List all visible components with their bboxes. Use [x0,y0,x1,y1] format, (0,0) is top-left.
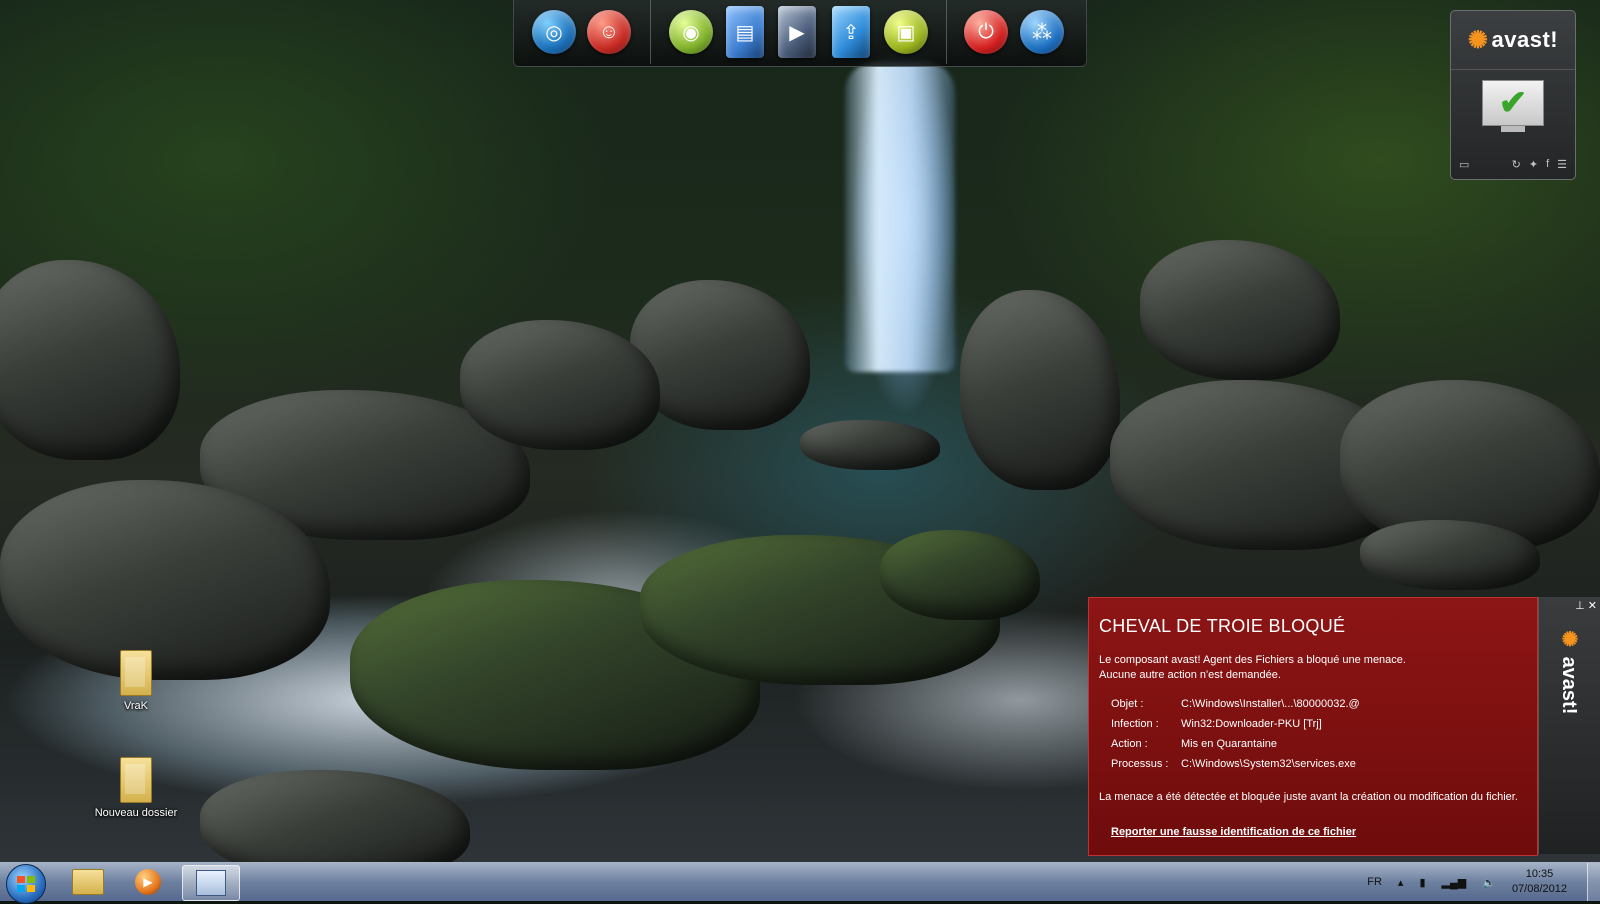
blue-book-icon[interactable]: ▤ [726,6,764,58]
rss-icon[interactable]: ☰ [1557,158,1567,171]
language-indicator[interactable]: FR [1367,876,1382,888]
taskbar: ▶ FR ▴ ▮ ▂▄▆ 🔈 10:35 07/08/2012 [0,862,1600,904]
blue-box-icon[interactable]: ⇪ [832,6,870,58]
desktop-icon-label: VraK [123,700,149,712]
system-tray: FR ▴ ▮ ▂▄▆ 🔈 10:35 07/08/2012 [1367,863,1600,901]
rock [200,770,470,862]
facebook-icon[interactable]: f [1546,158,1549,171]
detail-value: Mis en Quarantaine [1181,738,1277,750]
media-player-taskbar-button[interactable]: ▶ [120,865,176,899]
folder-icon [120,650,152,696]
message-line: Le composant avast! Agent des Fichiers a… [1099,654,1406,666]
folder-icon [120,757,152,803]
folder-icon [72,869,104,895]
detail-key: Infection : [1111,718,1159,730]
clock[interactable]: 10:35 07/08/2012 [1512,867,1567,897]
avast-gadget: ✺ avast! ✔ ▭ ↻ ✦ f ☰ [1450,10,1576,180]
dock-separator [650,0,651,64]
avast-mark-icon: ✺ [1558,627,1580,651]
rock [0,260,180,460]
detail-row: Processus : C:\Windows\System32\services… [1111,758,1366,778]
detail-row: Objet : C:\Windows\Installer\...\8000003… [1111,698,1366,718]
rock [960,290,1120,490]
avast-brand: avast! [1491,27,1559,52]
lime-app-icon[interactable]: ▣ [884,10,928,54]
report-false-positive-link[interactable]: Reporter une fausse identification de ce… [1111,826,1356,838]
application-dock: ◎ ☺ ◉ ▤ ▶ ⇪ ▣ ⏻ ⁂ [513,0,1087,67]
red-power-icon[interactable]: ⏻ [964,10,1008,54]
twitter-icon[interactable]: ✦ [1529,158,1538,171]
notification-brand-bar: ⊥ ✕ ✺ avast! [1538,597,1600,854]
refresh-icon[interactable]: ↻ [1512,158,1521,171]
threat-details-table: Objet : C:\Windows\Installer\...\8000003… [1111,698,1366,778]
detail-key: Action : [1111,738,1148,750]
explorer-taskbar-button[interactable] [60,865,116,899]
avast-threat-notification: CHEVAL DE TROIE BLOQUÉ Le composant avas… [1088,597,1600,856]
avast-mark-icon: ✺ [1467,26,1489,54]
detail-value: C:\Windows\System32\services.exe [1181,758,1356,770]
avast-logo[interactable]: ✺ avast! [1451,11,1575,70]
desktop-icon-label: Nouveau dossier [94,807,178,819]
green-app-icon[interactable]: ◉ [669,10,713,54]
brand-text: avast! [1558,656,1580,715]
notification-message: Le composant avast! Agent des Fichiers a… [1099,653,1519,683]
pin-icon[interactable]: ⊥ [1575,600,1585,612]
window-icon [196,870,226,896]
status-check-glyph: ✔ [1498,84,1528,122]
windows-logo-icon [17,876,35,892]
battery-icon[interactable]: ▮ [1419,876,1425,889]
start-button[interactable] [6,864,46,904]
message-line: Aucune autre action n'est demandée. [1099,669,1281,681]
desktop-folder-vrak[interactable]: VraK [86,650,186,712]
show-hidden-icons-icon[interactable]: ▴ [1398,876,1404,889]
media-file-icon[interactable]: ▶ [778,6,816,58]
swirl-app-icon[interactable]: ◎ [532,10,576,54]
red-app-icon[interactable]: ☺ [587,10,631,54]
app-window-taskbar-button[interactable] [182,865,240,901]
blue-network-icon[interactable]: ⁂ [1020,10,1064,54]
close-icon[interactable]: ✕ [1588,600,1597,612]
mossy-rock [880,530,1040,620]
rock [800,420,940,470]
detail-row: Infection : Win32:Downloader-PKU [Trj] [1111,718,1366,738]
desktop-folder-nouveau-dossier[interactable]: Nouveau dossier [86,757,186,819]
rock [1140,240,1340,380]
volume-icon[interactable]: 🔈 [1482,876,1496,889]
notification-panel: CHEVAL DE TROIE BLOQUÉ Le composant avas… [1088,597,1538,856]
detail-key: Objet : [1111,698,1144,710]
show-desktop-button[interactable] [1587,863,1600,901]
detail-key: Processus : [1111,758,1169,770]
detail-row: Action : Mis en Quarantaine [1111,738,1366,758]
monitor-stand [1501,126,1525,132]
notification-footer-text: La menace a été détectée et bloquée just… [1099,791,1518,803]
notification-brand: ✺ avast! [1557,627,1581,714]
clock-date: 07/08/2012 [1511,883,1567,895]
network-signal-icon[interactable]: ▂▄▆ [1442,876,1467,889]
waterfall [845,62,955,372]
protection-status-check-icon[interactable]: ✔ [1482,80,1544,126]
notification-title: CHEVAL DE TROIE BLOQUÉ [1099,616,1346,636]
settings-icon[interactable]: ▭ [1459,158,1469,171]
detail-value: Win32:Downloader-PKU [Trj] [1181,718,1322,730]
play-icon: ▶ [135,869,161,895]
clock-time: 10:35 [1525,868,1554,880]
dock-separator [946,0,947,64]
detail-value: C:\Windows\Installer\...\80000032.@ [1181,698,1360,710]
